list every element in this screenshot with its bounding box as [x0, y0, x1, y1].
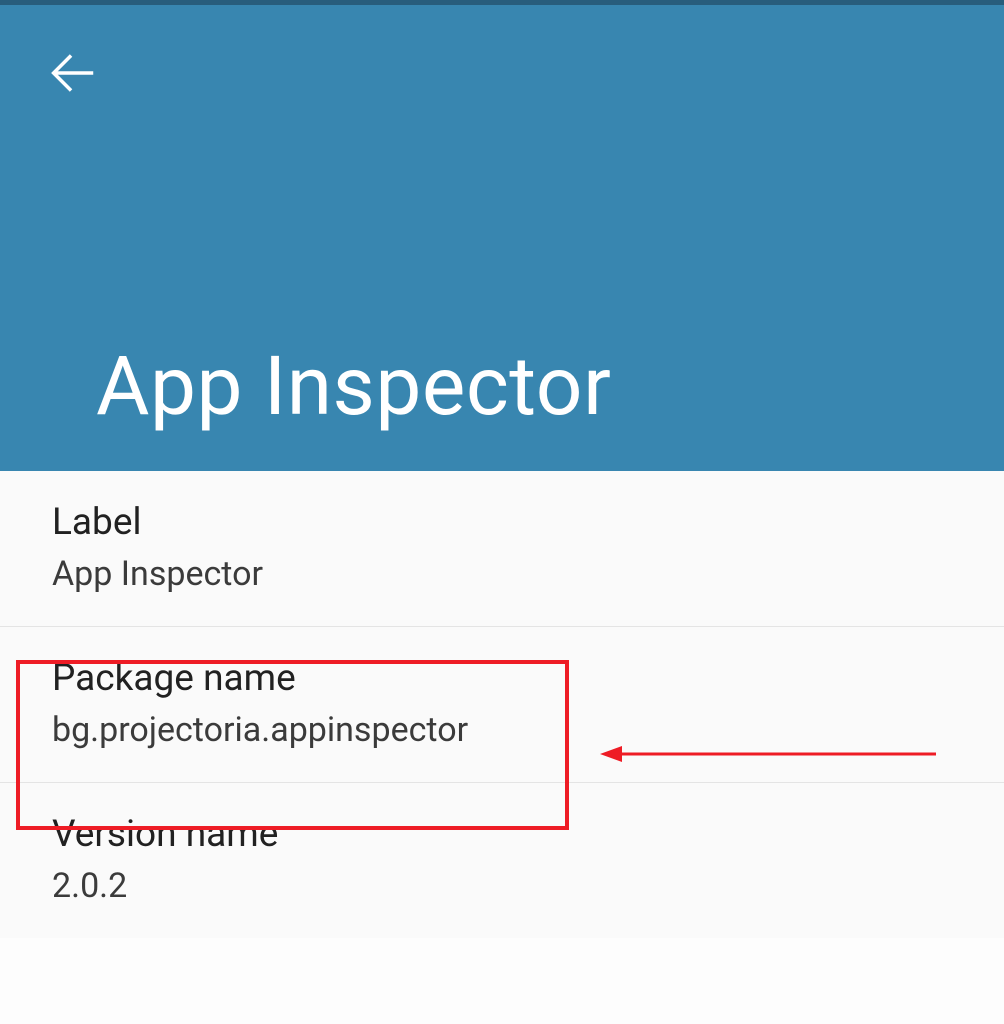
- arrow-back-icon: [46, 47, 98, 103]
- item-title: Label: [52, 501, 952, 544]
- item-title: Package name: [52, 657, 952, 700]
- list-item-label[interactable]: Label App Inspector: [0, 471, 1004, 627]
- item-value: bg.projectoria.appinspector: [52, 710, 952, 750]
- item-value: 2.0.2: [52, 866, 952, 906]
- list-item-package-name[interactable]: Package name bg.projectoria.appinspector: [0, 627, 1004, 783]
- detail-list: Label App Inspector Package name bg.proj…: [0, 471, 1004, 938]
- page-title: App Inspector: [96, 339, 611, 435]
- item-value: App Inspector: [52, 554, 952, 594]
- app-bar: App Inspector: [0, 5, 1004, 471]
- item-title: Version name: [52, 813, 952, 856]
- list-item-version-name[interactable]: Version name 2.0.2: [0, 783, 1004, 938]
- back-button[interactable]: [40, 43, 104, 107]
